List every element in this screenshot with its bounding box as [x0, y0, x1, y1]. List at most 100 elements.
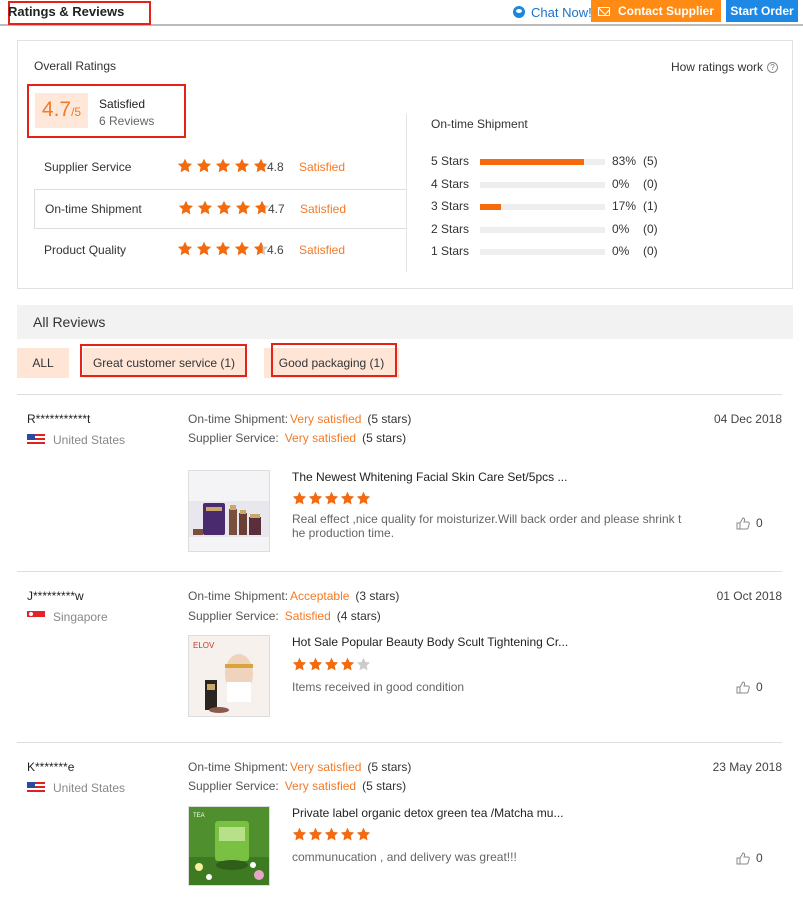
service-stars: (5 stars) [362, 779, 407, 793]
service-status: Very satisfied [284, 779, 357, 793]
like-count: 0 [756, 516, 763, 530]
star-icon [308, 491, 323, 505]
stars-graphic [179, 200, 269, 214]
product-thumbnail[interactable]: ELOV [188, 635, 270, 717]
distribution-row: 5 Stars 83% (5) [431, 154, 681, 168]
distribution-label: 3 Stars [431, 199, 470, 213]
star-icon [356, 491, 371, 505]
rating-row-value: 4.6 [267, 243, 284, 257]
reviewer-country: United States [27, 781, 125, 795]
all-reviews-title: All Reviews [33, 314, 106, 330]
header-bar: Ratings & Reviews Chat Now! Contact Supp… [0, 0, 803, 26]
distribution-row: 1 Stars 0% (0) [431, 244, 681, 258]
distribution-row: 3 Stars 17% (1) [431, 199, 681, 213]
rating-row-status: Satisfied [300, 202, 347, 216]
overall-score: 4.7 [41, 98, 72, 121]
service-stars: (4 stars) [336, 609, 381, 623]
panel-divider [406, 114, 407, 272]
distribution-count: (0) [643, 177, 658, 191]
service-rating-line: Supplier Service: Satisfied (4 stars) [188, 609, 381, 623]
star-icon [324, 657, 339, 671]
shipment-label: On-time Shipment: [188, 760, 289, 774]
review-star-rating [292, 491, 371, 509]
filter-all[interactable]: ALL [17, 348, 69, 378]
service-stars: (5 stars) [362, 431, 407, 445]
rating-row-value: 4.7 [268, 202, 285, 216]
contact-supplier-button[interactable]: Contact Supplier [591, 0, 721, 22]
shipment-label: On-time Shipment: [188, 589, 289, 603]
review-date: 23 May 2018 [712, 760, 782, 774]
product-title-link[interactable]: The Newest Whitening Facial Skin Care Se… [292, 470, 567, 484]
star-icon [254, 241, 268, 255]
shipment-stars: (5 stars) [367, 412, 412, 426]
shipment-label: On-time Shipment: [188, 412, 289, 426]
like-count: 0 [756, 851, 763, 865]
thumbs-up-icon [736, 516, 750, 529]
chat-now-link[interactable]: Chat Now! [513, 3, 592, 21]
product-thumbnail[interactable]: TEA [188, 806, 270, 886]
distribution-label: 1 Stars [431, 244, 470, 258]
rating-row-value: 4.8 [267, 160, 284, 174]
stars-graphic [178, 241, 268, 255]
star-rating [177, 158, 269, 177]
country-name: United States [53, 433, 126, 447]
divider [17, 742, 782, 743]
reviewer-name: J*********w [27, 589, 84, 603]
star-icon [254, 158, 268, 172]
review-text: Items received in good condition [292, 680, 465, 694]
distribution-label: 4 Stars [431, 177, 470, 191]
skincare-set-image [189, 471, 269, 551]
reviewer-country: United States [27, 433, 125, 447]
overall-review-count: 6 Reviews [99, 114, 155, 128]
like-button[interactable]: 0 [736, 680, 763, 694]
filter-highlight [271, 343, 397, 377]
start-order-button[interactable]: Start Order [726, 0, 798, 22]
reviewer-name: R***********t [27, 412, 91, 426]
review-text: communucation , and delivery was great!!… [292, 850, 517, 864]
star-icon [255, 200, 269, 214]
service-status: Very satisfied [284, 431, 357, 445]
divider [17, 571, 782, 572]
rating-row-status: Satisfied [299, 243, 346, 257]
star-icon [178, 158, 192, 172]
like-button[interactable]: 0 [736, 516, 763, 530]
product-title-link[interactable]: Private label organic detox green tea /M… [292, 806, 563, 820]
distribution-percent: 17% [612, 199, 637, 213]
star-rating [177, 241, 269, 260]
star-icon [178, 241, 192, 255]
distribution-title: On-time Shipment [431, 117, 528, 131]
shipment-stars: (5 stars) [367, 760, 412, 774]
service-label: Supplier Service: [188, 609, 279, 623]
star-icon [292, 491, 307, 505]
shipment-status: Very satisfied [290, 412, 362, 426]
service-rating-line: Supplier Service: Very satisfied (5 stars) [188, 779, 406, 793]
product-thumbnail[interactable] [188, 470, 270, 552]
distribution-row: 2 Stars 0% (0) [431, 222, 681, 236]
chat-icon [513, 6, 525, 18]
star-icon [179, 200, 193, 214]
page-title: Ratings & Reviews [8, 4, 125, 19]
distribution-bar [480, 249, 605, 255]
review-item: K*******e United States On-time Shipment… [17, 760, 787, 900]
rating-row-product-quality: Product Quality 4.6 Satisfied [34, 230, 406, 270]
star-icon [340, 827, 355, 841]
star-icon [324, 491, 339, 505]
star-icon [217, 200, 231, 214]
star-icon [236, 200, 250, 214]
like-count: 0 [756, 680, 763, 694]
rating-row-label: Supplier Service [44, 160, 132, 174]
distribution-percent: 83% [612, 154, 637, 168]
how-ratings-work-link[interactable]: How ratings work ? [671, 60, 778, 74]
product-title-link[interactable]: Hot Sale Popular Beauty Body Scult Tight… [292, 635, 568, 649]
stars-graphic [292, 491, 371, 505]
star-icon [340, 657, 355, 671]
star-icon [216, 158, 230, 172]
star-icon [216, 241, 230, 255]
shipment-status: Very satisfied [290, 760, 362, 774]
overall-score-box: 4.7 /5 Satisfied 6 Reviews [27, 84, 186, 138]
review-date: 04 Dec 2018 [713, 412, 782, 426]
green-tea-image: TEA [189, 807, 269, 885]
like-button[interactable]: 0 [736, 851, 763, 865]
star-rating [178, 200, 270, 219]
service-label: Supplier Service: [188, 431, 279, 445]
